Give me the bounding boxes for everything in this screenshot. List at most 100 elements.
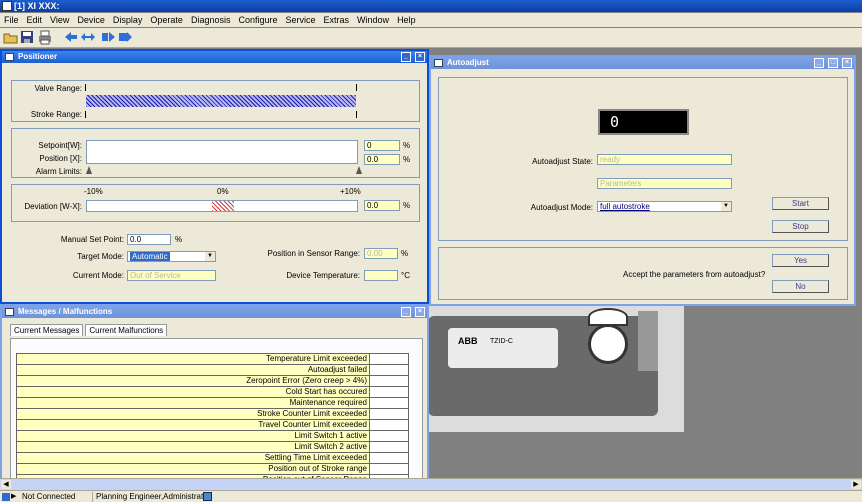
upper-alarm-marker-icon[interactable] bbox=[356, 166, 362, 174]
table-row: Maintenance required bbox=[16, 397, 409, 409]
message-text: Maintenance required bbox=[16, 397, 370, 409]
pressure-gauge-icon bbox=[588, 324, 628, 364]
menu-bar: File Edit View Device Display Operate Di… bbox=[0, 13, 862, 27]
minimize-icon[interactable]: _ bbox=[814, 58, 824, 68]
autoadjust-group: 0 Autoadjust State: ready Parameters Aut… bbox=[438, 77, 848, 241]
deviation-tick-neg: -10% bbox=[84, 187, 103, 196]
current-mode-value: Out of Service bbox=[127, 270, 216, 281]
manual-set-point-input[interactable]: 0.0 bbox=[127, 234, 171, 245]
menu-diagnosis[interactable]: Diagnosis bbox=[187, 13, 235, 27]
setpoint-unit: % bbox=[403, 141, 411, 150]
arrow-right-end-icon[interactable] bbox=[118, 30, 134, 45]
messages-window: Messages / Malfunctions _ × Current Mess… bbox=[0, 304, 429, 490]
menu-operate[interactable]: Operate bbox=[146, 13, 187, 27]
close-icon[interactable]: × bbox=[415, 52, 425, 62]
arrow-double-icon[interactable] bbox=[80, 30, 96, 45]
message-text: Limit Switch 1 active bbox=[16, 430, 370, 442]
deviation-indicator bbox=[212, 201, 234, 211]
autoadjust-title-bar: Autoadjust _ □ × bbox=[431, 57, 854, 69]
autoadjust-title: Autoadjust bbox=[447, 58, 489, 67]
autoadjust-window: Autoadjust _ □ × 0 Autoadjust State: rea… bbox=[429, 55, 856, 306]
arrow-left-icon[interactable] bbox=[63, 30, 79, 45]
horizontal-scrollbar[interactable]: ◀ ▶ bbox=[0, 478, 862, 490]
toolbar bbox=[0, 28, 862, 48]
target-mode-select[interactable]: Automatic ▼ bbox=[127, 251, 216, 262]
positioner-title-bar: Positioner _ × bbox=[2, 51, 427, 63]
print-icon[interactable] bbox=[37, 30, 53, 45]
device-temperature-value bbox=[364, 270, 398, 281]
lower-alarm-marker-icon[interactable] bbox=[86, 166, 92, 174]
message-text: Stroke Counter Limit exceeded bbox=[16, 408, 370, 420]
menu-view[interactable]: View bbox=[46, 13, 73, 27]
tab-current-malfunctions[interactable]: Current Malfunctions bbox=[85, 324, 168, 336]
setpoint-label: Setpoint[W]: bbox=[38, 141, 82, 150]
status-bar: ▶ Not Connected Planning Engineer,Admini… bbox=[0, 490, 862, 502]
menu-device[interactable]: Device bbox=[73, 13, 109, 27]
positioner-window: Positioner _ × Valve Range: Stroke Range… bbox=[0, 49, 429, 304]
valve-range-bar bbox=[86, 95, 356, 107]
range-group: Valve Range: Stroke Range: bbox=[11, 80, 420, 122]
setpoint-value: 0 bbox=[364, 140, 400, 151]
autoadjust-display: 0 bbox=[598, 109, 689, 135]
menu-service[interactable]: Service bbox=[282, 13, 320, 27]
status-nav-left-icon[interactable] bbox=[2, 493, 10, 501]
pressure-gauge-top-icon bbox=[588, 308, 628, 326]
position-unit: % bbox=[403, 155, 411, 164]
sensor-range-label: Position in Sensor Range: bbox=[267, 249, 361, 258]
message-text: Autoadjust failed bbox=[16, 364, 370, 376]
menu-help[interactable]: Help bbox=[393, 13, 420, 27]
save-icon[interactable] bbox=[19, 30, 35, 45]
minimize-icon[interactable]: _ bbox=[401, 307, 411, 317]
chevron-down-icon[interactable]: ▼ bbox=[721, 202, 731, 211]
deviation-value: 0.0 bbox=[364, 200, 400, 211]
user-status: Planning Engineer,Administrator bbox=[96, 492, 211, 501]
sensor-range-unit: % bbox=[401, 249, 409, 258]
menu-configure[interactable]: Configure bbox=[234, 13, 281, 27]
app-icon bbox=[2, 1, 12, 11]
scroll-left-icon[interactable]: ◀ bbox=[1, 480, 11, 489]
menu-display[interactable]: Display bbox=[109, 13, 147, 27]
message-text: Position out of Stroke range bbox=[16, 463, 370, 475]
menu-file[interactable]: File bbox=[0, 13, 23, 27]
tab-current-messages[interactable]: Current Messages bbox=[10, 324, 84, 336]
table-row: Settling Time Limit exceeded bbox=[16, 452, 409, 464]
current-mode-label: Current Mode: bbox=[72, 271, 124, 280]
start-button[interactable]: Start bbox=[772, 197, 829, 210]
table-row: Zeropoint Error (Zero creep > 4%) bbox=[16, 375, 409, 387]
menu-extras[interactable]: Extras bbox=[320, 13, 354, 27]
menu-edit[interactable]: Edit bbox=[23, 13, 47, 27]
yes-button[interactable]: Yes bbox=[772, 254, 829, 267]
position-label: Position [X]: bbox=[39, 154, 82, 163]
deviation-unit: % bbox=[403, 201, 411, 210]
maximize-icon[interactable]: □ bbox=[828, 58, 838, 68]
chevron-down-icon[interactable]: ▼ bbox=[205, 252, 215, 261]
table-row: Limit Switch 2 active bbox=[16, 441, 409, 453]
close-icon[interactable]: × bbox=[415, 307, 425, 317]
autoadjust-mode-select[interactable]: full autostroke ▼ bbox=[597, 201, 732, 212]
connection-status: Not Connected bbox=[22, 492, 76, 501]
target-mode-value: Automatic bbox=[130, 252, 170, 261]
scroll-right-icon[interactable]: ▶ bbox=[851, 480, 861, 489]
arrow-right-bar-icon[interactable] bbox=[101, 30, 117, 45]
table-row: Stroke Counter Limit exceeded bbox=[16, 408, 409, 420]
minimize-icon[interactable]: _ bbox=[401, 52, 411, 62]
device-brand: ABB bbox=[458, 336, 478, 346]
accept-question: Accept the parameters from autoadjust? bbox=[623, 270, 766, 279]
accept-group: Yes Accept the parameters from autoadjus… bbox=[438, 247, 848, 300]
stroke-range-label: Stroke Range: bbox=[30, 110, 82, 119]
menu-window[interactable]: Window bbox=[353, 13, 393, 27]
setpoint-position-bar bbox=[86, 140, 358, 164]
no-button[interactable]: No bbox=[772, 280, 829, 293]
autoadjust-mode-label: Autoadjust Mode: bbox=[530, 203, 593, 212]
open-folder-icon[interactable] bbox=[3, 30, 19, 45]
autoadjust-state-value: ready bbox=[597, 154, 732, 165]
close-icon[interactable]: × bbox=[842, 58, 852, 68]
window-icon bbox=[434, 59, 443, 67]
status-nav-right-icon[interactable]: ▶ bbox=[11, 492, 16, 500]
user-status-icon bbox=[203, 492, 212, 501]
deviation-tick-zero: 0% bbox=[217, 187, 229, 196]
autoadjust-mode-value: full autostroke bbox=[600, 202, 650, 211]
stop-button[interactable]: Stop bbox=[772, 220, 829, 233]
deviation-label: Deviation [W-X]: bbox=[24, 202, 82, 211]
table-row: Travel Counter Limit exceeded bbox=[16, 419, 409, 431]
